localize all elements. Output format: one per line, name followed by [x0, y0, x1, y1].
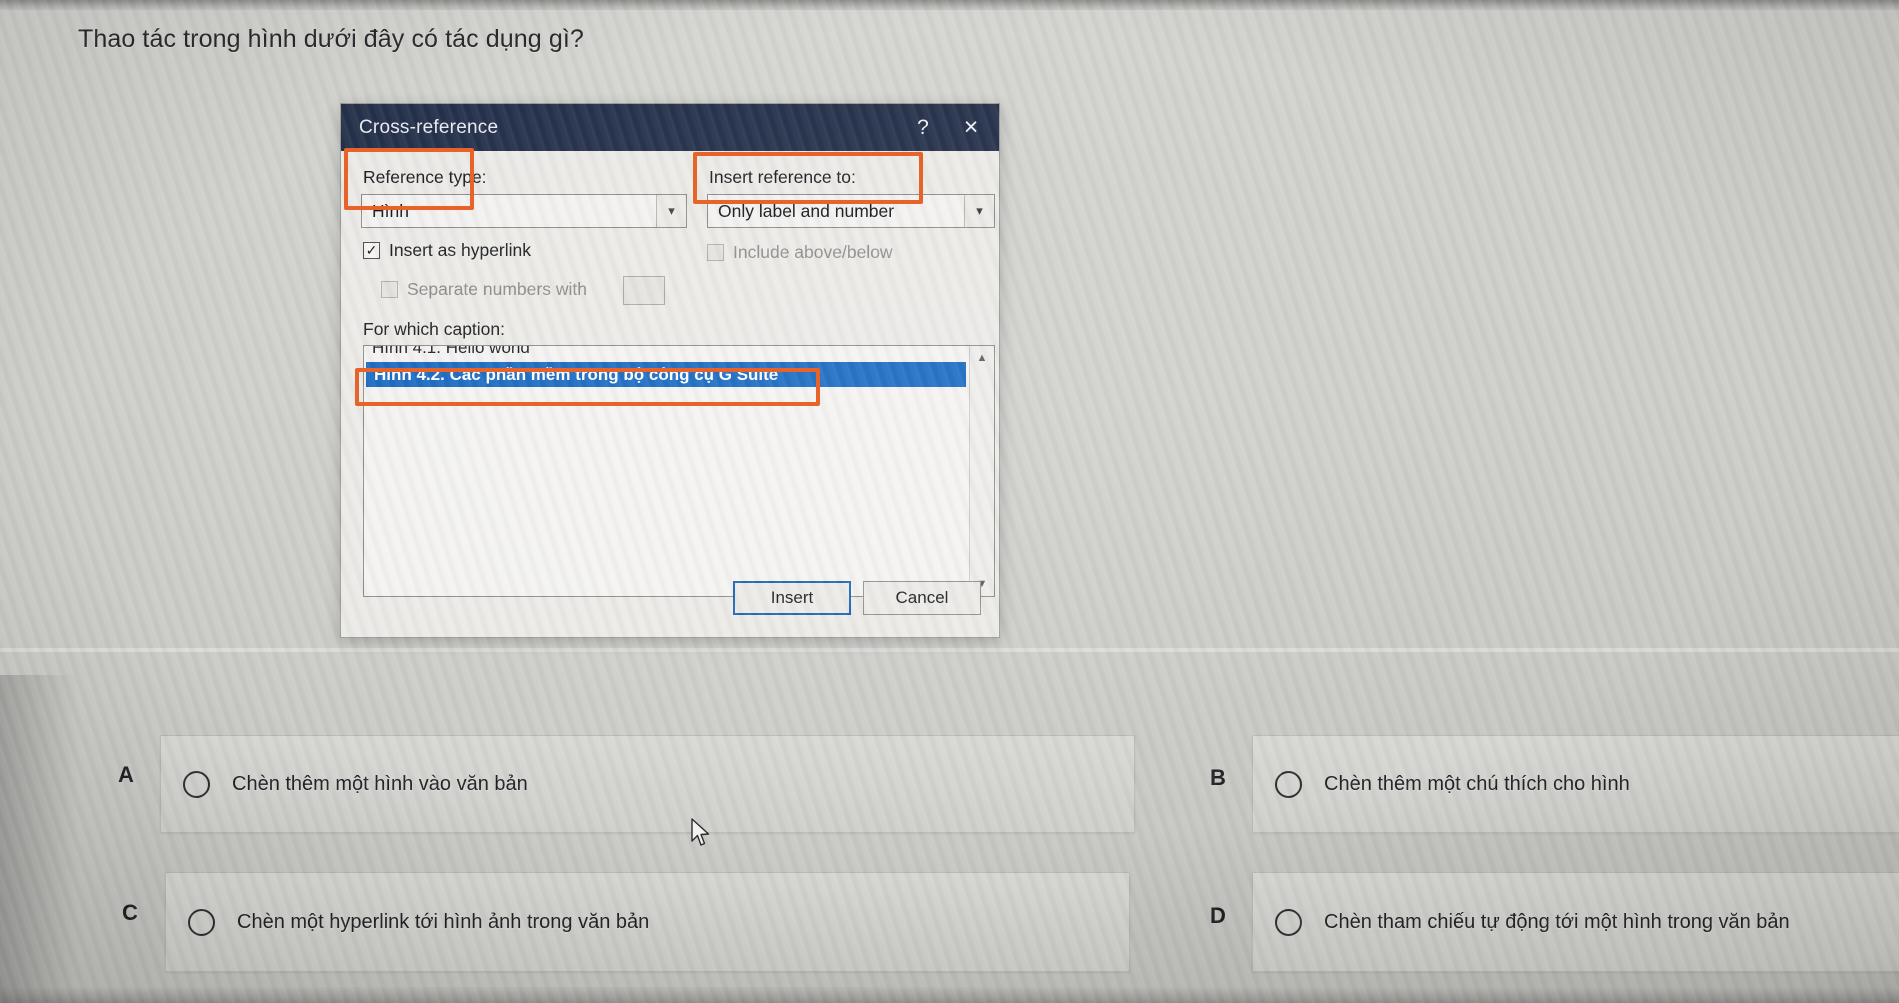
chevron-down-icon[interactable]: ▾: [964, 195, 994, 227]
dialog-buttons: Insert Cancel: [733, 581, 981, 615]
answer-option-a[interactable]: Chèn thêm một hình vào văn bản: [160, 735, 1135, 833]
answer-letter-b: B: [1210, 765, 1226, 790]
labels-row: Reference type: Insert reference to:: [357, 165, 983, 191]
answer-option-c[interactable]: Chèn một hyperlink tới hình ảnh trong vă…: [165, 872, 1130, 972]
cross-reference-dialog: Cross-reference ? × Reference type: Inse…: [340, 103, 1000, 638]
radio-icon[interactable]: [188, 908, 215, 936]
insert-reference-to-label: Insert reference to:: [709, 167, 856, 187]
answer-option-d[interactable]: Chèn tham chiếu tự động tới một hình tro…: [1252, 872, 1899, 972]
dialog-title: Cross-reference: [359, 116, 499, 138]
radio-icon[interactable]: [1275, 770, 1302, 798]
reference-type-value: Hình: [372, 200, 409, 221]
insert-reference-to-combobox[interactable]: Only label and number ▾: [707, 194, 995, 228]
photo-bottom-edge: [0, 987, 1899, 1003]
answer-text-a: Chèn thêm một hình vào văn bản: [232, 772, 528, 795]
help-icon[interactable]: ?: [899, 104, 947, 151]
cancel-button[interactable]: Cancel: [863, 581, 981, 615]
for-which-caption-label: For which caption:: [363, 319, 506, 339]
reference-type-label: Reference type:: [363, 167, 487, 187]
dialog-titlebar: Cross-reference ? ×: [341, 104, 999, 151]
combos-row: Hình ▾ Only label and number ▾: [357, 194, 995, 228]
include-above-below-checkbox[interactable]: Include above/below: [707, 242, 893, 263]
list-item-selected[interactable]: Hình 4.2. Các phần mềm trong bộ công cụ …: [366, 362, 966, 387]
insert-as-hyperlink-label: Insert as hyperlink: [389, 240, 532, 260]
radio-icon[interactable]: [1275, 908, 1302, 936]
answer-letter-c: C: [122, 900, 138, 925]
separate-numbers-row: Separate numbers with: [357, 276, 983, 309]
dialog-body: Reference type: Insert reference to: Hìn…: [341, 151, 999, 637]
separate-numbers-input[interactable]: [623, 276, 665, 305]
photo-top-edge: [0, 0, 1899, 10]
answer-letter-d: D: [1210, 903, 1226, 928]
answer-text-b: Chèn thêm một chú thích cho hình: [1324, 772, 1630, 795]
answer-letter-a: A: [118, 762, 134, 787]
separate-numbers-label: Separate numbers with: [407, 279, 587, 299]
reference-type-combobox[interactable]: Hình ▾: [361, 194, 687, 228]
chevron-down-icon[interactable]: ▾: [656, 195, 686, 227]
radio-icon[interactable]: [183, 770, 210, 798]
checkmark-icon: ✓: [363, 242, 380, 259]
question-text: Thao tác trong hình dưới đây có tác dụng…: [78, 25, 584, 53]
mouse-cursor-icon: [691, 818, 710, 846]
answer-text-c: Chèn một hyperlink tới hình ảnh trong vă…: [237, 910, 650, 933]
separate-numbers-checkbox[interactable]: Separate numbers with: [381, 279, 587, 300]
list-item[interactable]: Hình 4.1. Hello world: [364, 346, 994, 361]
answer-option-b[interactable]: Chèn thêm một chú thích cho hình: [1252, 735, 1899, 833]
insert-as-hyperlink-checkbox[interactable]: ✓ Insert as hyperlink: [363, 240, 531, 261]
close-icon[interactable]: ×: [947, 104, 995, 151]
scroll-up-icon[interactable]: ▲: [970, 346, 994, 370]
caption-listbox[interactable]: Hình 4.1. Hello world Hình 4.2. Các phần…: [363, 345, 995, 597]
checkbox-row: ✓ Insert as hyperlink Include above/belo…: [357, 240, 983, 266]
listbox-scrollbar[interactable]: ▲ ▼: [969, 346, 994, 596]
empty-checkbox-icon: [707, 244, 724, 261]
insert-button[interactable]: Insert: [733, 581, 851, 615]
insert-reference-to-value: Only label and number: [718, 200, 895, 221]
include-above-below-label: Include above/below: [733, 242, 893, 262]
answer-text-d: Chèn tham chiếu tự động tới một hình tro…: [1324, 910, 1790, 933]
empty-checkbox-icon: [381, 281, 398, 298]
